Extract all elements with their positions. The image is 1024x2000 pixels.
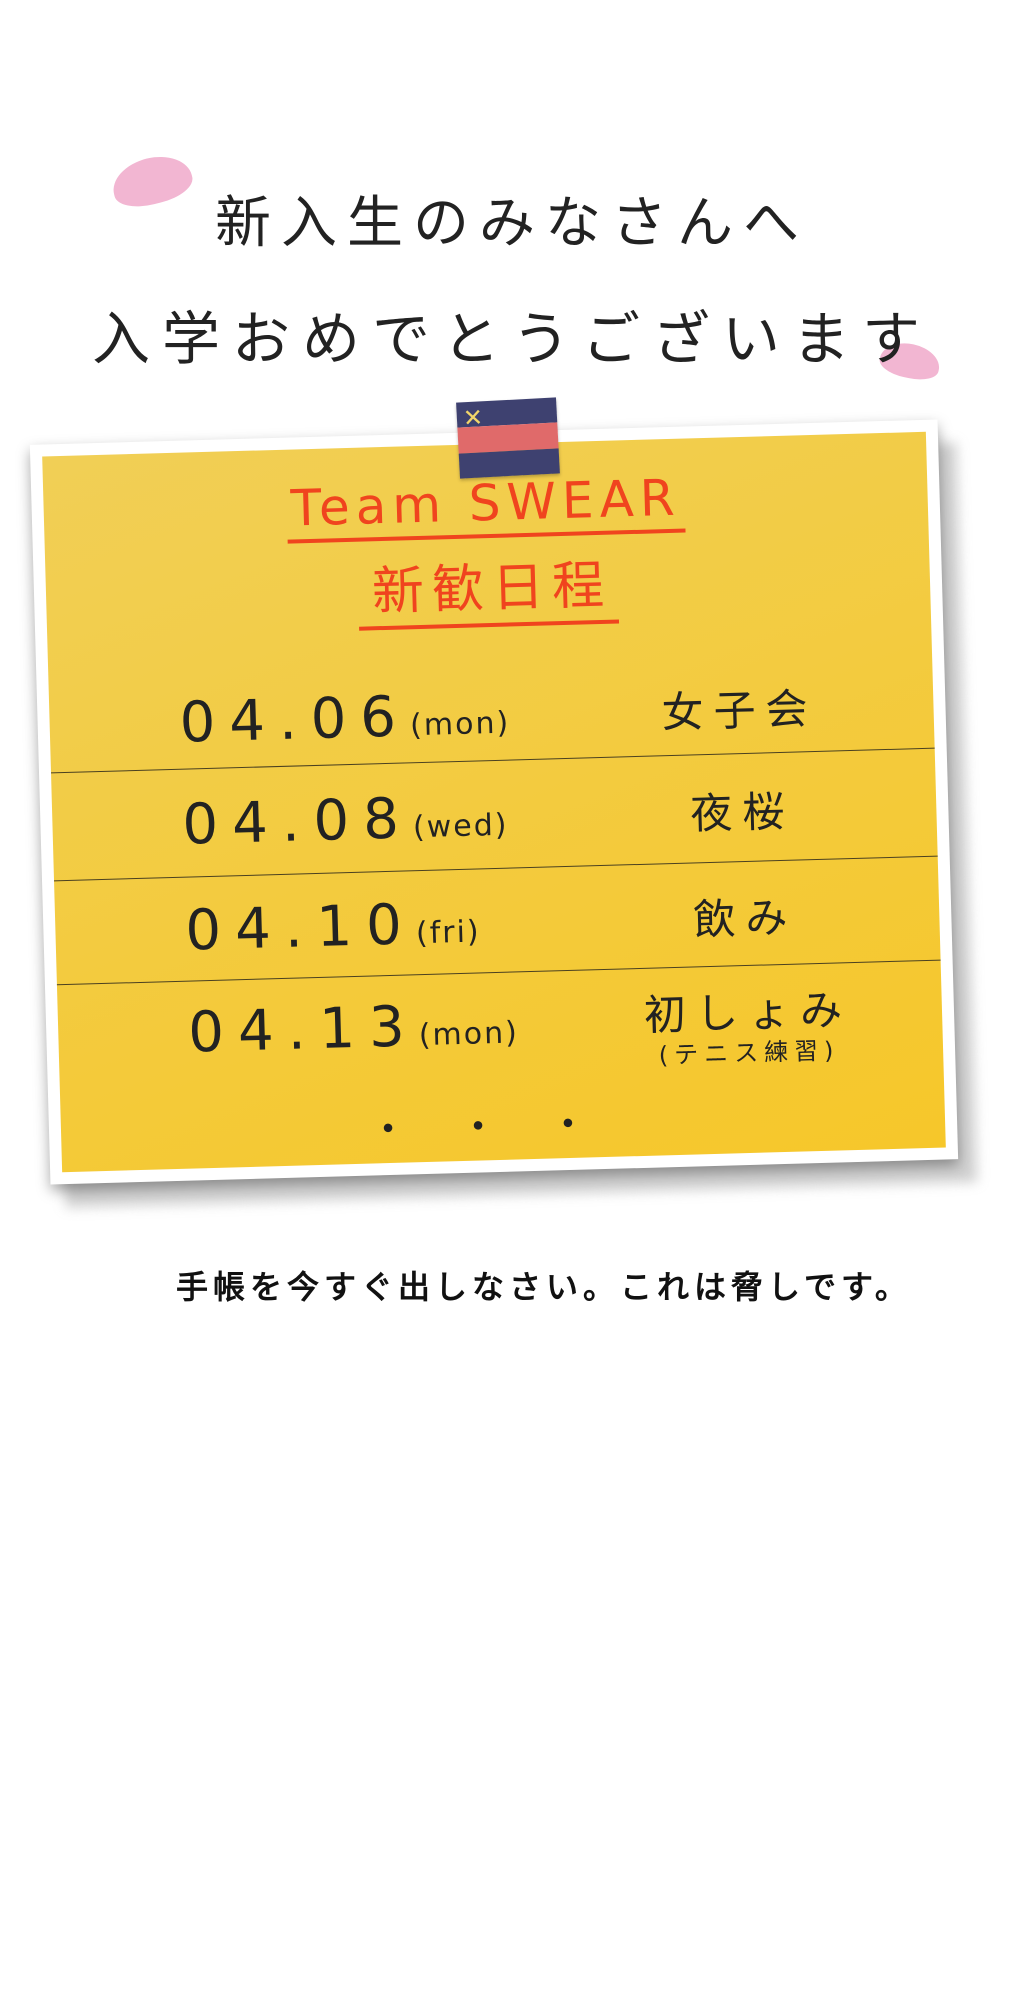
schedule-event: 女子会 bbox=[660, 683, 819, 738]
schedule-weekday: (fri) bbox=[415, 914, 482, 952]
schedule-event: 夜桜 bbox=[689, 786, 796, 839]
note-title: Team SWEAR 新歓日程 bbox=[43, 462, 931, 640]
striped-tape-icon: ✕ bbox=[456, 397, 560, 479]
greeting-line-2: 入学おめでとうございます bbox=[91, 305, 932, 373]
schedule-date: 04.06 bbox=[178, 684, 411, 756]
schedule-note: Team SWEAR 新歓日程 04.06(mon) 女子会 04.08(wed… bbox=[29, 419, 959, 1185]
note-paper: Team SWEAR 新歓日程 04.06(mon) 女子会 04.08(wed… bbox=[42, 431, 946, 1173]
schedule-event: 飲み bbox=[692, 892, 799, 945]
greeting-line-1: 新入生のみなさんへ bbox=[215, 191, 809, 256]
schedule-weekday: (wed) bbox=[412, 807, 509, 846]
schedule-date: 04.10 bbox=[184, 892, 417, 964]
schedule-heading: 新歓日程 bbox=[356, 542, 620, 631]
footer-message: 手帳を今すぐ出しなさい。これは脅しです。 bbox=[176, 1268, 912, 1306]
schedule-weekday: (mon) bbox=[418, 1015, 520, 1054]
team-name: Team SWEAR bbox=[286, 468, 686, 544]
schedule-weekday: (mon) bbox=[409, 705, 511, 744]
schedule-date: 04.08 bbox=[181, 786, 414, 858]
schedule-date: 04.13 bbox=[187, 994, 420, 1066]
